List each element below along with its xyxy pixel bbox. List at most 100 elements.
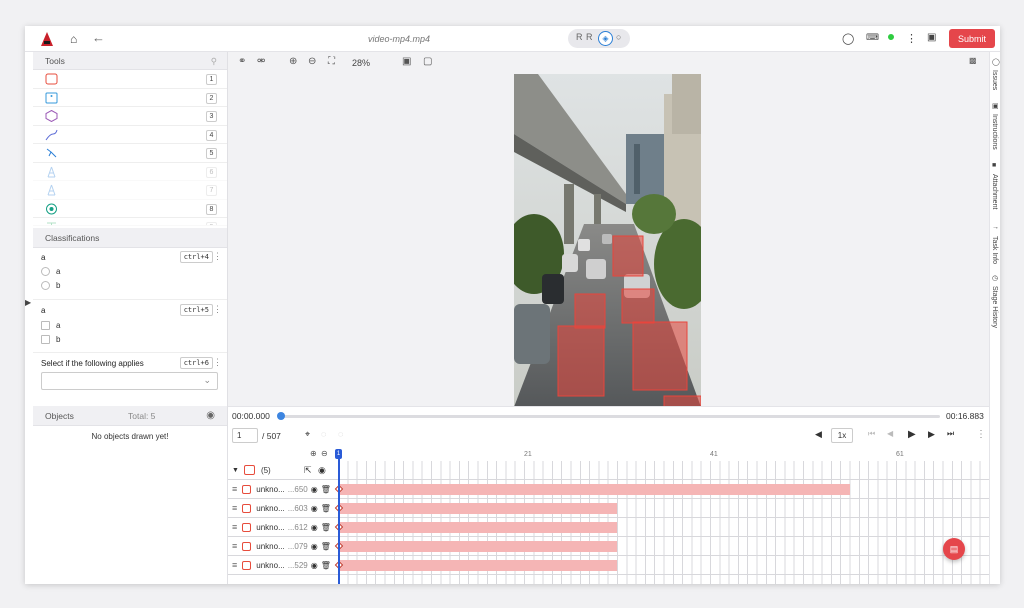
- track-group-row[interactable]: ▼ (5) ⇱ ◉: [232, 461, 326, 479]
- detection-box[interactable]: [621, 288, 655, 324]
- caret-down-icon[interactable]: ▼: [232, 467, 239, 474]
- save-icon[interactable]: ▣: [927, 32, 936, 43]
- cursor-select-icon[interactable]: ⇱: [304, 465, 312, 476]
- tool-polygon[interactable]: 3: [33, 107, 227, 126]
- radio-option-a[interactable]: a: [41, 267, 60, 276]
- lock-icon[interactable]: ▣: [402, 56, 411, 67]
- progress-knob[interactable]: [277, 412, 285, 420]
- eye-icon[interactable]: ◉: [311, 485, 318, 494]
- next-keyframe-icon[interactable]: ◌: [338, 429, 343, 439]
- classification-select[interactable]: ⌄: [41, 372, 218, 390]
- frame-input[interactable]: 1: [232, 428, 258, 443]
- video-frame[interactable]: [514, 74, 701, 407]
- trash-icon[interactable]: 🗑: [321, 561, 331, 570]
- detection-box[interactable]: [612, 235, 644, 277]
- drag-handle-icon[interactable]: ≡: [232, 541, 237, 551]
- tool-skeleton[interactable]: 9: [33, 218, 227, 226]
- keyboard-icon[interactable]: ⌨: [866, 32, 879, 43]
- video-settings-icon[interactable]: ▩: [969, 56, 977, 65]
- comments-icon[interactable]: ◯: [842, 32, 854, 45]
- more-vertical-icon[interactable]: ⋮: [213, 357, 222, 368]
- rail-stage-history[interactable]: Stage History: [991, 286, 998, 328]
- zoom-in-icon[interactable]: ⊕: [289, 56, 297, 67]
- tool-cuboid-2[interactable]: 7: [33, 181, 227, 200]
- rail-task-info[interactable]: Task Info: [991, 236, 998, 264]
- rail-attachment[interactable]: Attachment: [991, 174, 998, 209]
- volume-icon[interactable]: ◀: [815, 429, 822, 440]
- eye-icon[interactable]: ◉: [311, 561, 318, 570]
- zoom-out-icon[interactable]: ⊖: [308, 56, 316, 67]
- eye-icon[interactable]: ◉: [311, 542, 318, 551]
- trash-icon[interactable]: 🗑: [321, 523, 331, 532]
- back-arrow-icon[interactable]: ←: [92, 30, 105, 45]
- more-vertical-icon[interactable]: ⋮: [906, 32, 917, 45]
- tool-bounding-box[interactable]: 1: [33, 70, 227, 89]
- step-forward-icon[interactable]: ▶: [928, 429, 935, 440]
- track-bar[interactable]: [340, 503, 617, 514]
- mode-r-1[interactable]: R: [576, 32, 583, 42]
- target-icon[interactable]: ⌖: [305, 429, 310, 440]
- submit-button[interactable]: Submit: [949, 29, 995, 48]
- mode-switcher[interactable]: R R ◈ ○: [568, 29, 630, 48]
- detection-box[interactable]: [574, 293, 606, 329]
- track-row[interactable]: ≡ unkno... ...079 ◉ 🗑: [232, 537, 331, 555]
- radio-option-b[interactable]: b: [41, 281, 60, 290]
- prev-keyframe-icon[interactable]: ◌: [321, 429, 326, 439]
- more-vertical-icon[interactable]: ⋮: [213, 251, 222, 262]
- play-icon[interactable]: ▶: [908, 429, 916, 440]
- eye-icon[interactable]: ◉: [311, 523, 318, 532]
- collapse-left-icon[interactable]: ▶: [25, 298, 32, 308]
- tool-point[interactable]: 8: [33, 200, 227, 218]
- trash-icon[interactable]: 🗑: [321, 542, 331, 551]
- rail-instructions[interactable]: Instructions: [991, 114, 998, 150]
- zoom-in-icon[interactable]: ⊕: [310, 449, 317, 458]
- detection-box[interactable]: [557, 325, 605, 397]
- tool-rotated-box[interactable]: 2: [33, 89, 227, 107]
- rail-issues[interactable]: Issues: [991, 70, 998, 90]
- mode-tag-icon[interactable]: ◈: [598, 31, 613, 46]
- search-icon[interactable]: ⚲: [211, 52, 217, 70]
- drag-handle-icon[interactable]: ≡: [232, 522, 237, 532]
- more-vertical-icon[interactable]: ⋮: [213, 304, 222, 315]
- tool-polyline[interactable]: 4: [33, 126, 227, 144]
- skip-start-icon[interactable]: ⏮: [868, 429, 875, 439]
- mode-r-2[interactable]: R: [586, 32, 593, 42]
- unlink-icon[interactable]: ⚮: [257, 56, 265, 67]
- playhead-label[interactable]: 1: [335, 449, 342, 459]
- track-row[interactable]: ≡ unkno... ...603 ◉ 🗑: [232, 499, 331, 517]
- more-vertical-icon[interactable]: ⋮: [976, 429, 986, 440]
- mode-rs[interactable]: ○: [616, 32, 621, 42]
- tool-cuboid[interactable]: 6: [33, 163, 227, 181]
- track-row[interactable]: ≡ unkno... ...650 ◉ 🗑: [232, 480, 331, 498]
- tool-keypoints[interactable]: 5: [33, 144, 227, 163]
- checkbox-option-b[interactable]: b: [41, 335, 60, 344]
- track-bar[interactable]: [340, 560, 617, 571]
- home-icon[interactable]: ⌂: [70, 32, 77, 46]
- progress-track[interactable]: [280, 415, 940, 418]
- eye-icon[interactable]: ◉: [311, 504, 318, 513]
- speed-select[interactable]: 1x: [831, 428, 853, 443]
- drag-handle-icon[interactable]: ≡: [232, 560, 237, 570]
- skip-end-icon[interactable]: ⏭: [947, 429, 954, 439]
- track-bar[interactable]: [340, 484, 850, 495]
- issues-icon: ◯: [992, 59, 1000, 66]
- checkbox-option-a[interactable]: a: [41, 321, 60, 330]
- link-icon[interactable]: ⚭: [238, 56, 246, 67]
- zoom-out-icon[interactable]: ⊖: [321, 449, 328, 458]
- drag-handle-icon[interactable]: ≡: [232, 503, 237, 513]
- trash-icon[interactable]: 🗑: [321, 504, 331, 513]
- annotation-fab-button[interactable]: ▤: [943, 538, 965, 560]
- track-row[interactable]: ≡ unkno... ...529 ◉ 🗑: [232, 556, 331, 574]
- eye-icon[interactable]: ◉: [318, 465, 326, 476]
- step-back-icon[interactable]: ◀: [887, 429, 893, 438]
- unlock-icon[interactable]: ▢: [423, 56, 432, 67]
- fit-screen-icon[interactable]: ⛶: [328, 56, 335, 67]
- playhead[interactable]: [338, 449, 340, 584]
- trash-icon[interactable]: 🗑: [321, 485, 331, 494]
- track-row[interactable]: ≡ unkno... ...612 ◉ 🗑: [232, 518, 331, 536]
- drag-handle-icon[interactable]: ≡: [232, 484, 237, 494]
- eye-icon[interactable]: ◉: [206, 406, 215, 426]
- detection-box[interactable]: [632, 321, 688, 391]
- track-bar[interactable]: [340, 541, 617, 552]
- track-bar[interactable]: [340, 522, 617, 533]
